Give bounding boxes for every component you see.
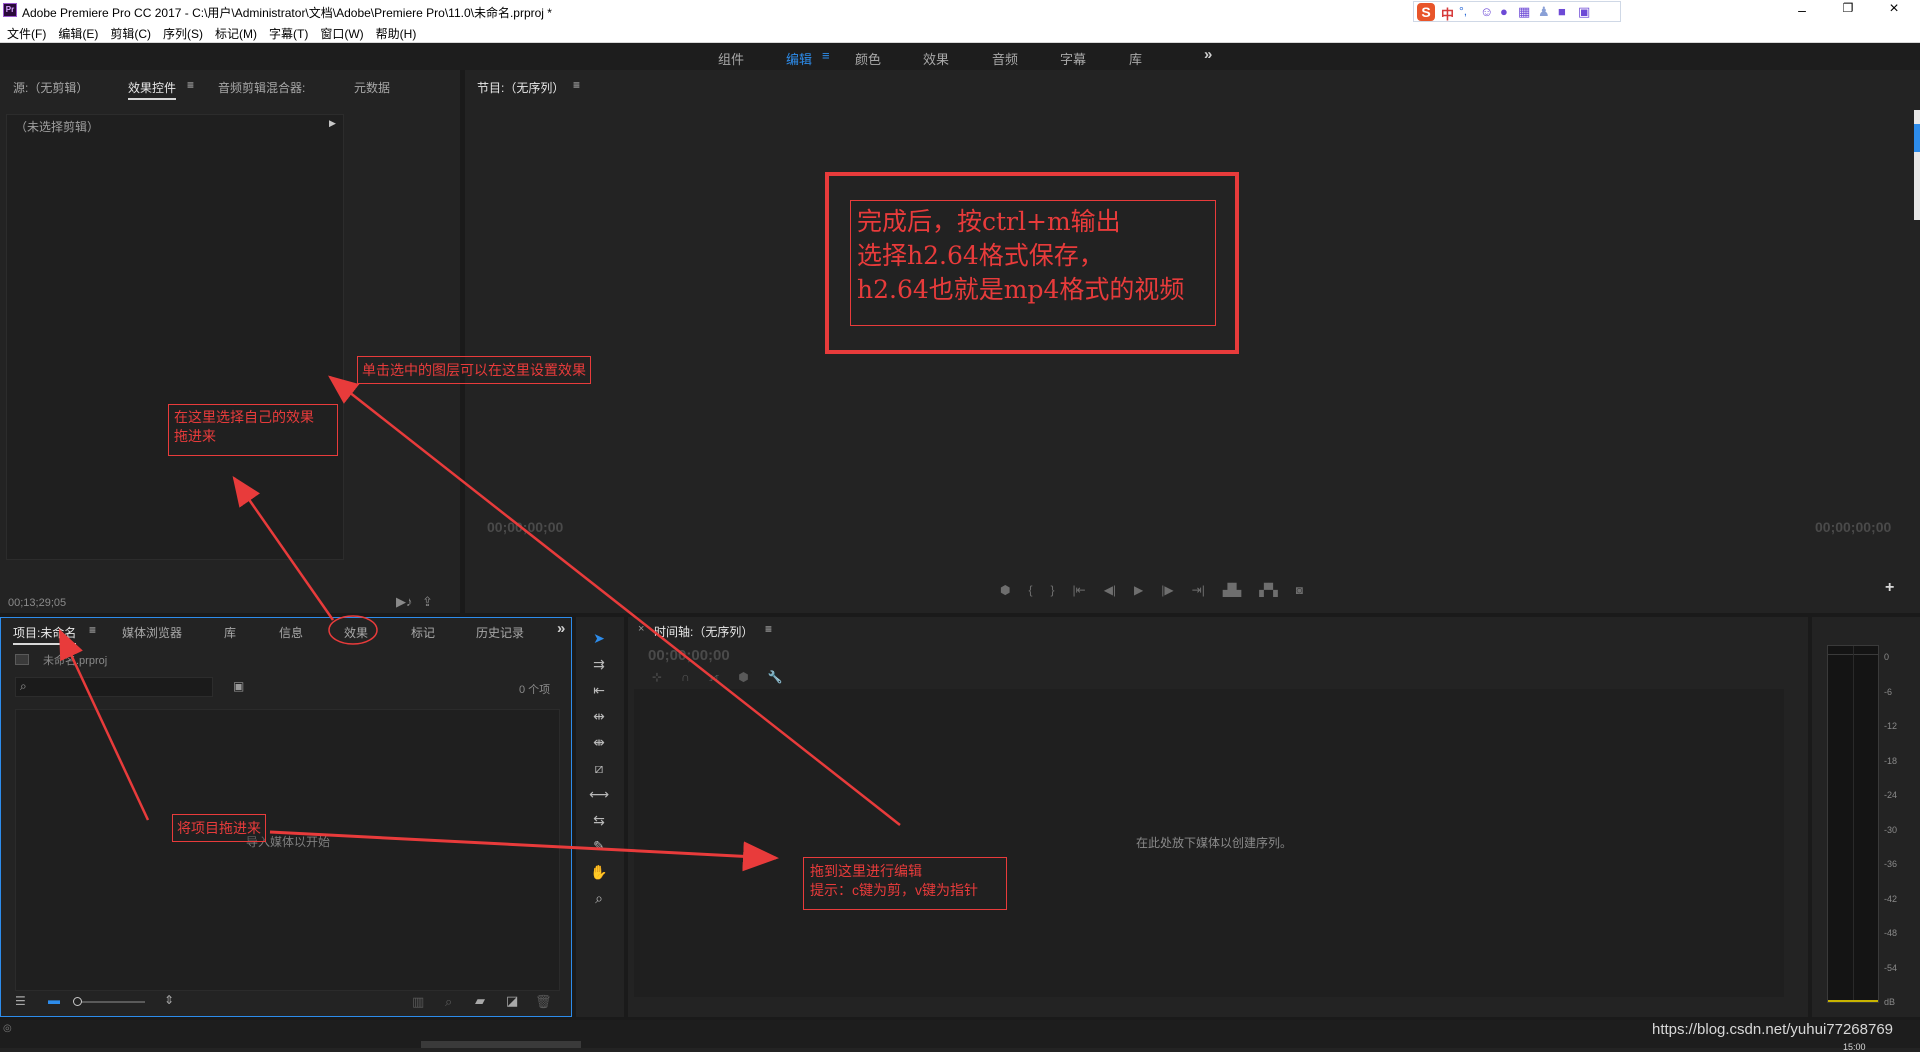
effect-controls-note: 单击选中的图层可以在这里设置效果	[357, 356, 591, 384]
arrow-to-effect-controls	[328, 375, 901, 826]
export-note-line-1: 完成后，按ctrl+m输出	[857, 207, 1121, 236]
timeline-note-line-2: 提示：c键为剪，v键为指针	[810, 882, 978, 898]
arrow-to-project-tab	[58, 628, 150, 821]
export-note-line-3: h2.64也就是mp4格式的视频	[857, 275, 1185, 304]
project-note: 将项目拖进来	[172, 814, 266, 842]
export-note: 完成后，按ctrl+m输出 选择h2.64格式保存， h2.64也就是mp4格式…	[850, 200, 1216, 326]
timeline-note-line-1: 拖到这里进行编辑	[810, 863, 922, 879]
arrow-to-timeline	[269, 830, 779, 872]
arrow-to-effects-choice	[232, 475, 335, 621]
timeline-note: 拖到这里进行编辑 提示：c键为剪，v键为指针	[803, 857, 1007, 910]
effects-note: 在这里选择自己的效果 拖进来	[168, 404, 338, 456]
effects-tab-highlight	[328, 615, 378, 645]
effects-note-line-2: 拖进来	[174, 428, 216, 444]
export-note-line-2: 选择h2.64格式保存，	[857, 241, 1104, 270]
effects-note-line-1: 在这里选择自己的效果	[174, 409, 314, 425]
